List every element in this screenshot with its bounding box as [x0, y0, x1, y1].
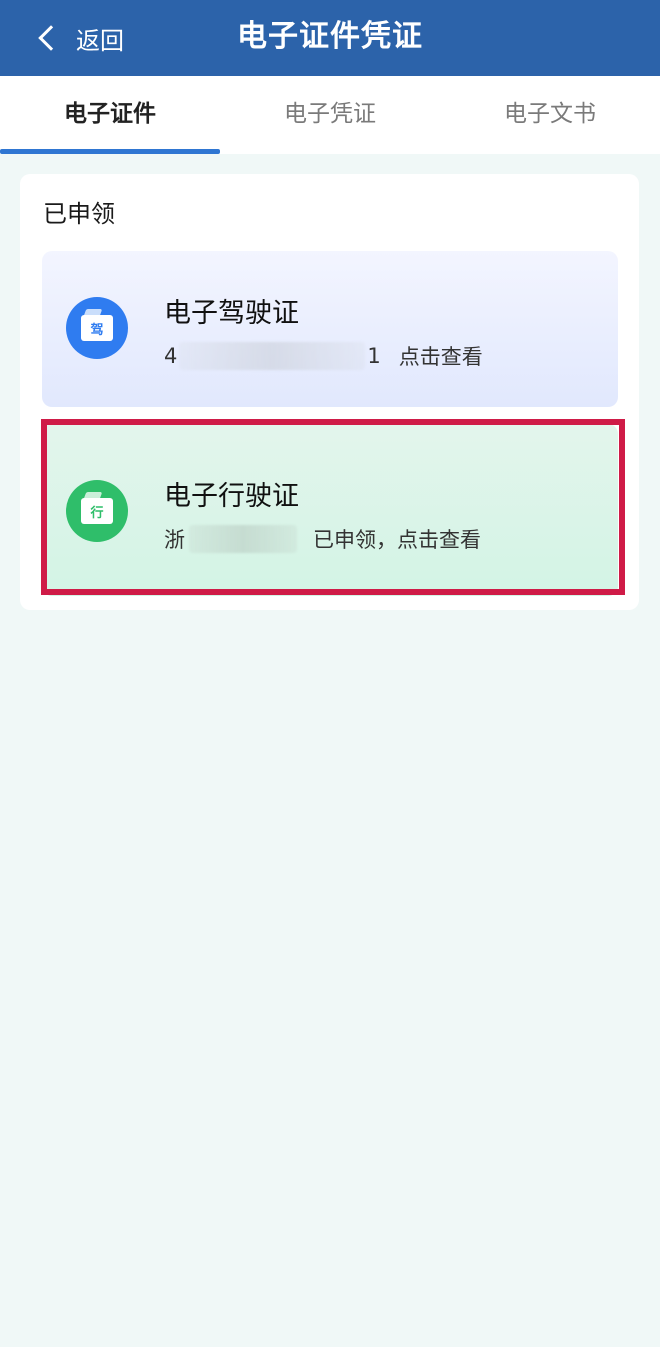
tab-electronic-vouchers[interactable]: 电子凭证 — [220, 76, 440, 154]
tab-electronic-certificates[interactable]: 电子证件 — [0, 76, 220, 154]
driver-license-subtitle: 4 1 点击查看 — [164, 341, 483, 371]
back-label: 返回 — [76, 26, 124, 55]
vehicle-license-title: 电子行驶证 — [164, 481, 299, 512]
redacted-plate-mask — [189, 525, 297, 553]
redacted-id-mask — [179, 342, 366, 370]
vehicle-license-subtitle: 浙 已申领，点击查看 — [164, 524, 481, 554]
vehicle-license-card[interactable]: 行 电子行驶证 浙 已申领，点击查看 — [41, 419, 625, 596]
driver-license-id-prefix: 4 — [164, 344, 178, 368]
certificates-panel: 已申领 驾 电子驾驶证 4 1 点击查看 行 电子行驶证 浙 已申领，点击查看 — [20, 174, 639, 610]
tab-electronic-documents[interactable]: 电子文书 — [440, 76, 660, 154]
vehicle-license-icon: 行 — [66, 480, 128, 542]
driver-license-id-suffix: 1 — [367, 344, 381, 368]
vehicle-license-plate-prefix: 浙 — [164, 528, 185, 552]
top-bar: 电子证件凭证 返回 — [0, 0, 660, 76]
chevron-left-icon — [38, 25, 64, 51]
driver-license-action: 点击查看 — [398, 345, 483, 369]
vehicle-license-badge-char: 行 — [81, 498, 113, 524]
driver-license-badge-char: 驾 — [81, 315, 113, 341]
back-button[interactable]: 返回 — [34, 18, 124, 58]
driver-license-card[interactable]: 驾 电子驾驶证 4 1 点击查看 — [42, 251, 618, 407]
driver-license-title: 电子驾驶证 — [164, 298, 299, 329]
driver-license-icon: 驾 — [66, 297, 128, 359]
vehicle-license-status: 已申领，点击查看 — [313, 528, 481, 552]
selection-highlight — [41, 419, 625, 595]
tab-bar: 电子证件 电子凭证 电子文书 — [0, 76, 660, 154]
section-title: 已申领 — [43, 200, 115, 228]
